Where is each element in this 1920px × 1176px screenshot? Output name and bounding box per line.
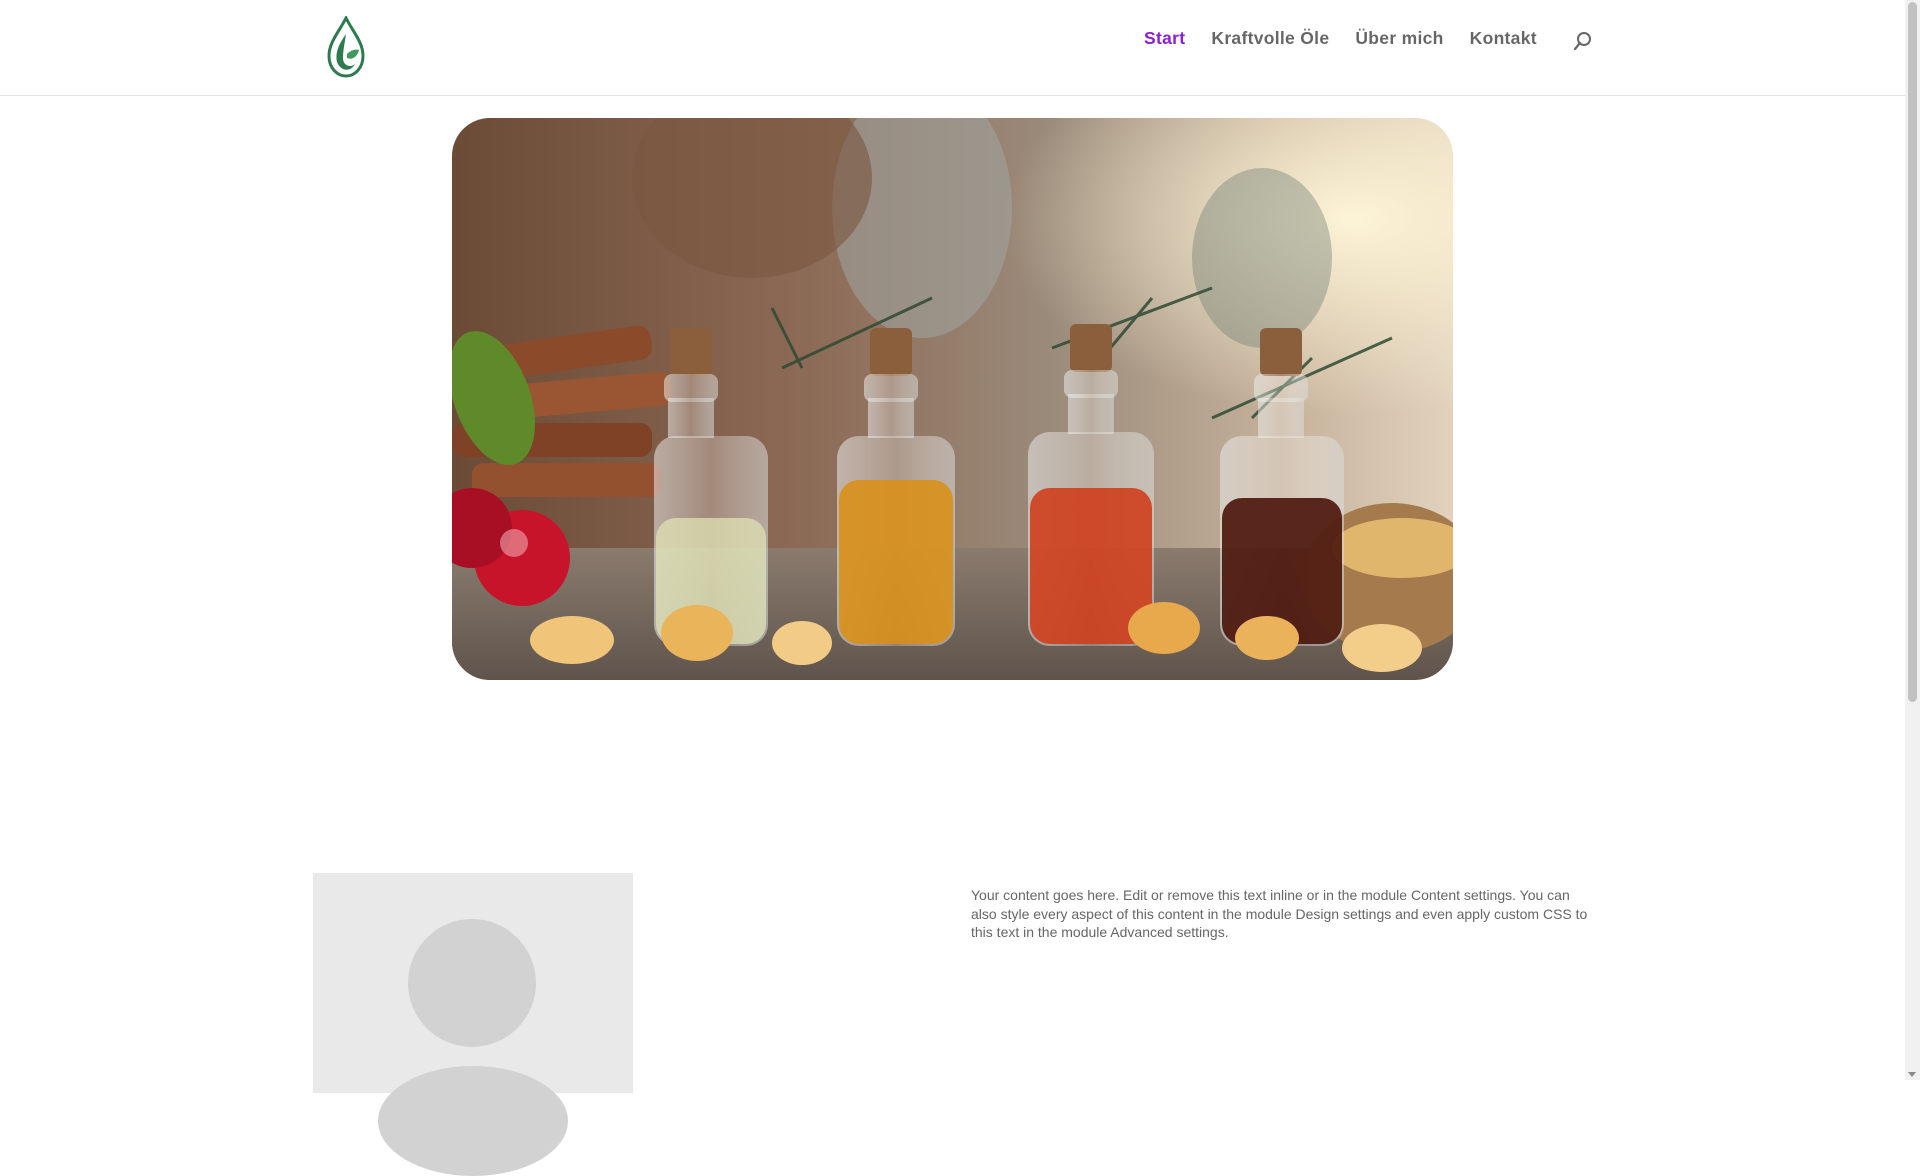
oil-drop-leaf-logo-icon [327,14,365,78]
scrollbar[interactable] [1905,0,1920,1080]
scroll-down-icon[interactable] [1908,1072,1916,1077]
profile-image-placeholder [313,873,633,1176]
nav-item-start[interactable]: Start [1144,28,1185,49]
nav-item-kraftvolle-oele[interactable]: Kraftvolle Öle [1211,28,1329,49]
avatar-shoulders [378,1066,568,1176]
scrollbar-thumb[interactable] [1908,2,1917,702]
main-nav: Start Kraftvolle Öle Über mich Kontakt [1144,28,1563,49]
logo[interactable] [325,14,367,78]
site-header: Start Kraftvolle Öle Über mich Kontakt [0,0,1905,95]
avatar-head [408,919,536,1047]
nav-item-kontakt[interactable]: Kontakt [1470,28,1537,49]
search-icon[interactable] [1573,31,1593,51]
hero-image [452,118,1453,680]
nav-item-ueber-mich[interactable]: Über mich [1355,28,1443,49]
essential-oils-photo [452,118,1453,680]
content-text: Your content goes here. Edit or remove t… [971,887,1588,940]
